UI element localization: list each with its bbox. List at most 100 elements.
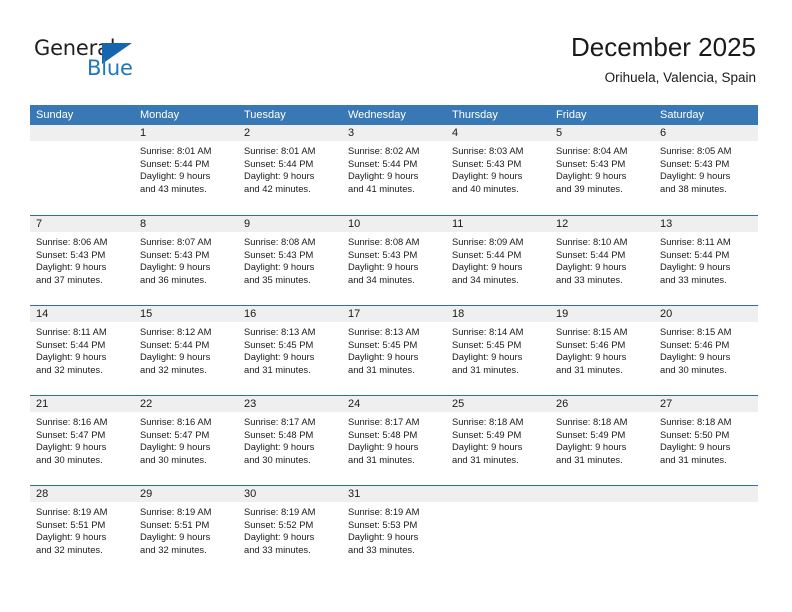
day-cell[interactable]: 16 Sunrise: 8:13 AM Sunset: 5:45 PM Dayligh… [238,306,342,395]
day-cell[interactable]: 15 Sunrise: 8:12 AM Sunset: 5:44 PM Dayligh… [134,306,238,395]
day-cell[interactable]: 1 Sunrise: 8:01 AM Sunset: 5:44 PM Daylight… [134,125,238,215]
daylight-text-line2: and 32 minutes. [140,363,207,375]
daylight-text-line2: and 31 minutes. [348,453,415,465]
day-cell[interactable]: 23 Sunrise: 8:17 AM Sunset: 5:48 PM Dayligh… [238,396,342,485]
weekday-header-friday: Friday [556,109,587,121]
sunrise-text: Sunrise: 8:15 AM [660,326,732,337]
weekday-header-monday: Monday [140,109,180,121]
day-cell[interactable]: 14 Sunrise: 8:11 AM Sunset: 5:44 PM Dayligh… [30,306,134,395]
daylight-text-line1: Daylight: 9 hours [348,441,419,453]
day-cell[interactable]: 27 Sunrise: 8:18 AM Sunset: 5:50 PM Dayligh… [654,396,758,485]
daylight-text-line2: and 30 minutes. [660,363,727,375]
day-cell-empty [30,125,134,215]
day-info: Sunrise: 8:16 AM Sunset: 5:47 PM Daylight:… [30,412,134,466]
daylight-text-line2: and 40 minutes. [452,182,519,194]
day-info: Sunrise: 8:08 AM Sunset: 5:43 PM Daylight:… [238,232,342,286]
day-number: 22 [134,396,238,412]
day-cell[interactable]: 13 Sunrise: 8:11 AM Sunset: 5:44 PM Dayligh… [654,216,758,305]
sunrise-text: Sunrise: 8:04 AM [556,145,628,156]
day-cell[interactable]: 21 Sunrise: 8:16 AM Sunset: 5:47 PM Dayligh… [30,396,134,485]
day-info: Sunrise: 8:18 AM Sunset: 5:49 PM Daylight:… [550,412,654,466]
sunset-text: Sunset: 5:47 PM [140,428,210,440]
day-info: Sunrise: 8:15 AM Sunset: 5:46 PM Daylight:… [550,322,654,376]
sunrise-text: Sunrise: 8:14 AM [452,326,524,337]
sunset-text: Sunset: 5:44 PM [348,157,418,169]
day-number [550,486,654,502]
day-cell[interactable]: 2 Sunrise: 8:01 AM Sunset: 5:44 PM Daylight… [238,125,342,215]
sunset-text: Sunset: 5:43 PM [452,157,522,169]
day-cell[interactable]: 4 Sunrise: 8:03 AM Sunset: 5:43 PM Daylight… [446,125,550,215]
day-cell-empty [550,486,654,575]
weekday-header-thursday: Thursday [452,109,498,121]
day-number: 28 [30,486,134,502]
location-subtitle: Orihuela, Valencia, Spain [604,70,756,85]
day-info: Sunrise: 8:07 AM Sunset: 5:43 PM Daylight:… [134,232,238,286]
general-blue-logo[interactable]: General Blue [34,36,214,88]
day-number: 6 [654,125,758,141]
day-cell[interactable]: 11 Sunrise: 8:09 AM Sunset: 5:44 PM Dayligh… [446,216,550,305]
day-number: 7 [30,216,134,232]
sunset-text: Sunset: 5:51 PM [36,518,106,530]
day-cell[interactable]: 18 Sunrise: 8:14 AM Sunset: 5:45 PM Dayligh… [446,306,550,395]
sunrise-text: Sunrise: 8:06 AM [36,236,108,247]
day-cell[interactable]: 6 Sunrise: 8:05 AM Sunset: 5:43 PM Daylight… [654,125,758,215]
daylight-text-line2: and 31 minutes. [556,363,623,375]
daylight-text-line2: and 32 minutes. [36,543,103,555]
sunrise-text: Sunrise: 8:18 AM [660,416,732,427]
daylight-text-line1: Daylight: 9 hours [348,170,419,182]
day-number: 13 [654,216,758,232]
day-cell-empty [654,486,758,575]
daylight-text-line1: Daylight: 9 hours [452,351,523,363]
day-cell[interactable]: 7 Sunrise: 8:06 AM Sunset: 5:43 PM Daylight… [30,216,134,305]
daylight-text-line1: Daylight: 9 hours [244,170,315,182]
daylight-text-line2: and 37 minutes. [36,273,103,285]
calendar-week-row: 28 Sunrise: 8:19 AM Sunset: 5:51 PM Dayligh… [30,485,758,575]
day-cell[interactable]: 3 Sunrise: 8:02 AM Sunset: 5:44 PM Daylight… [342,125,446,215]
sunrise-text: Sunrise: 8:19 AM [244,506,316,517]
daylight-text-line2: and 39 minutes. [556,182,623,194]
day-cell[interactable]: 10 Sunrise: 8:08 AM Sunset: 5:43 PM Dayligh… [342,216,446,305]
day-cell[interactable]: 5 Sunrise: 8:04 AM Sunset: 5:43 PM Daylight… [550,125,654,215]
weekday-header-row: Sunday Monday Tuesday Wednesday Thursday Frid… [30,105,758,125]
day-info: Sunrise: 8:14 AM Sunset: 5:45 PM Daylight:… [446,322,550,376]
day-cell[interactable]: 28 Sunrise: 8:19 AM Sunset: 5:51 PM Dayligh… [30,486,134,575]
day-cell[interactable]: 22 Sunrise: 8:16 AM Sunset: 5:47 PM Dayligh… [134,396,238,485]
day-info: Sunrise: 8:19 AM Sunset: 5:52 PM Daylight:… [238,502,342,556]
day-cell-empty [446,486,550,575]
sunrise-text: Sunrise: 8:17 AM [348,416,420,427]
sunset-text: Sunset: 5:44 PM [244,157,314,169]
day-cell[interactable]: 12 Sunrise: 8:10 AM Sunset: 5:44 PM Dayligh… [550,216,654,305]
day-number: 30 [238,486,342,502]
day-cell[interactable]: 31 Sunrise: 8:19 AM Sunset: 5:53 PM Dayligh… [342,486,446,575]
sunset-text: Sunset: 5:44 PM [140,338,210,350]
daylight-text-line2: and 31 minutes. [452,453,519,465]
sunrise-text: Sunrise: 8:12 AM [140,326,212,337]
daylight-text-line1: Daylight: 9 hours [36,261,107,273]
day-info: Sunrise: 8:01 AM Sunset: 5:44 PM Daylight:… [238,141,342,195]
daylight-text-line1: Daylight: 9 hours [556,351,627,363]
day-cell[interactable]: 30 Sunrise: 8:19 AM Sunset: 5:52 PM Dayligh… [238,486,342,575]
daylight-text-line2: and 35 minutes. [244,273,311,285]
calendar-week-row: 7 Sunrise: 8:06 AM Sunset: 5:43 PM Daylight… [30,215,758,305]
daylight-text-line1: Daylight: 9 hours [556,170,627,182]
day-cell[interactable]: 17 Sunrise: 8:13 AM Sunset: 5:45 PM Dayligh… [342,306,446,395]
day-number: 20 [654,306,758,322]
day-cell[interactable]: 9 Sunrise: 8:08 AM Sunset: 5:43 PM Daylight… [238,216,342,305]
weekday-header-tuesday: Tuesday [244,109,286,121]
day-number: 2 [238,125,342,141]
sunrise-text: Sunrise: 8:16 AM [36,416,108,427]
sunset-text: Sunset: 5:44 PM [660,248,730,260]
day-cell[interactable]: 8 Sunrise: 8:07 AM Sunset: 5:43 PM Daylight… [134,216,238,305]
daylight-text-line2: and 33 minutes. [348,543,415,555]
day-number: 24 [342,396,446,412]
sunset-text: Sunset: 5:43 PM [660,157,730,169]
day-cell[interactable]: 25 Sunrise: 8:18 AM Sunset: 5:49 PM Dayligh… [446,396,550,485]
day-cell[interactable]: 29 Sunrise: 8:19 AM Sunset: 5:51 PM Dayligh… [134,486,238,575]
day-cell[interactable]: 24 Sunrise: 8:17 AM Sunset: 5:48 PM Dayligh… [342,396,446,485]
daylight-text-line1: Daylight: 9 hours [452,441,523,453]
day-cell[interactable]: 20 Sunrise: 8:15 AM Sunset: 5:46 PM Dayligh… [654,306,758,395]
daylight-text-line2: and 31 minutes. [244,363,311,375]
day-cell[interactable]: 19 Sunrise: 8:15 AM Sunset: 5:46 PM Dayligh… [550,306,654,395]
day-cell[interactable]: 26 Sunrise: 8:18 AM Sunset: 5:49 PM Dayligh… [550,396,654,485]
day-number: 15 [134,306,238,322]
